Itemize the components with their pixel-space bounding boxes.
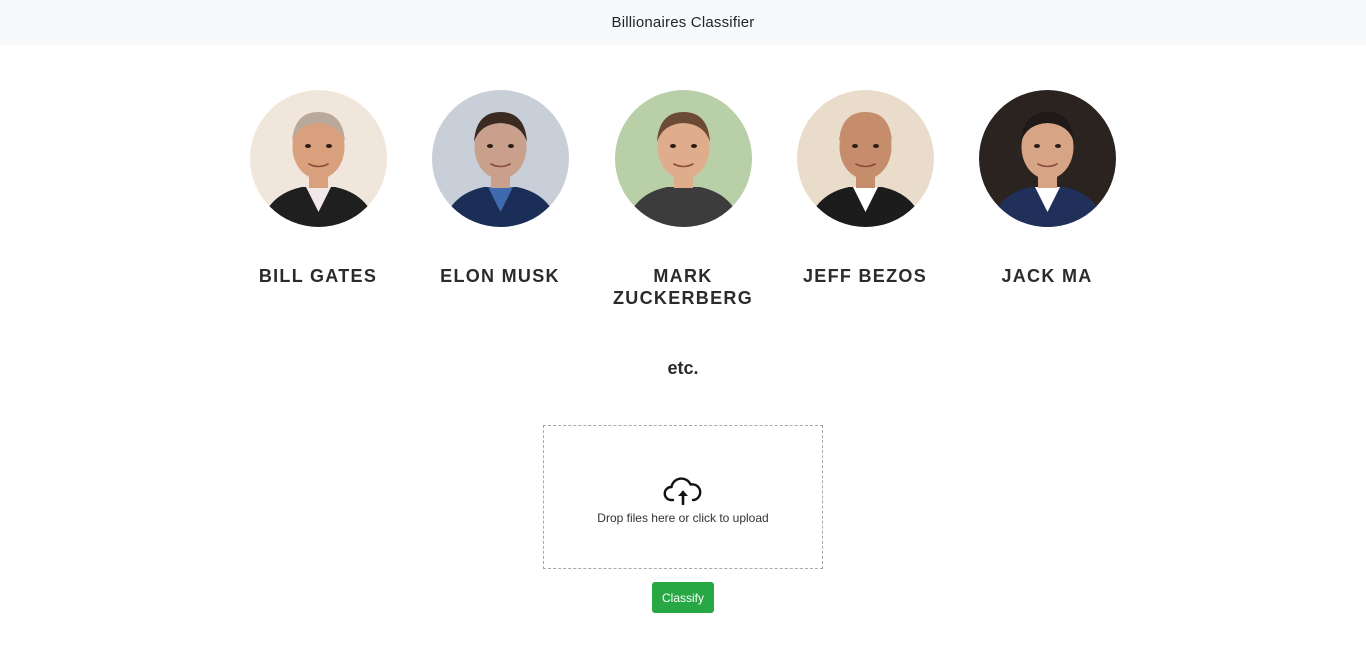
dropzone-text: Drop files here or click to upload <box>597 511 769 525</box>
person-name: Elon Musk <box>440 266 560 286</box>
person-name: Jeff Bezos <box>802 266 927 286</box>
portrait <box>614 90 752 227</box>
etc-label: etc. <box>667 358 699 378</box>
avatar <box>978 90 1116 227</box>
person-card-4: Jack Ma <box>967 90 1127 287</box>
person-card-1: Elon Musk <box>420 90 580 287</box>
avatar <box>249 90 387 227</box>
avatar <box>431 90 569 227</box>
portrait <box>249 90 387 227</box>
people-gallery: Bill Gates Elon Musk Mark Zuckerberg Jef… <box>0 90 1366 320</box>
avatar <box>796 90 934 227</box>
avatar <box>614 90 752 227</box>
person-name: Mark Zuckerberg <box>613 266 754 308</box>
person-card-3: Jeff Bezos <box>785 90 945 287</box>
navbar: Billionaires Classifier <box>0 0 1366 45</box>
person-card-2: Mark Zuckerberg <box>603 90 763 309</box>
person-card-0: Bill Gates <box>238 90 398 287</box>
portrait <box>796 90 934 227</box>
portrait <box>978 90 1116 227</box>
file-dropzone[interactable]: Drop files here or click to upload <box>543 425 823 569</box>
navbar-title: Billionaires Classifier <box>611 14 755 31</box>
classify-button[interactable]: Classify <box>652 582 714 613</box>
person-name: Jack Ma <box>1001 266 1093 286</box>
portrait <box>431 90 569 227</box>
person-name: Bill Gates <box>258 266 378 286</box>
cloud-upload-icon <box>663 475 703 505</box>
